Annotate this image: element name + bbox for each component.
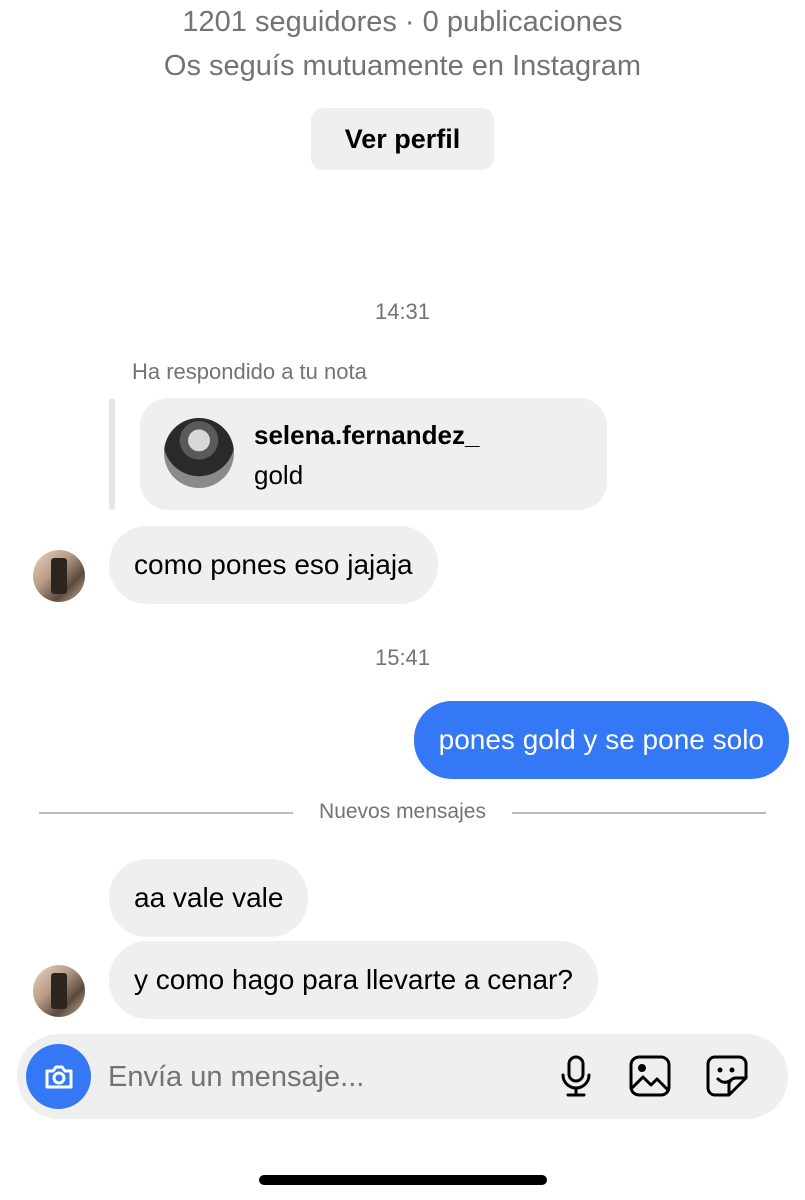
- divider-line: [512, 812, 766, 814]
- note-username: selena.fernandez_: [254, 420, 480, 450]
- gallery-icon: [629, 1055, 671, 1097]
- avatar[interactable]: [33, 550, 85, 602]
- note-avatar: [164, 418, 234, 488]
- note-text: gold: [254, 460, 304, 490]
- camera-icon: [45, 1065, 72, 1088]
- message-bubble-outgoing[interactable]: pones gold y se pone solo: [413, 701, 789, 779]
- microphone-icon: [561, 1055, 591, 1097]
- camera-button[interactable]: [26, 1044, 91, 1109]
- gallery-button[interactable]: [626, 1052, 674, 1100]
- microphone-button[interactable]: [552, 1052, 600, 1100]
- message-bubble-incoming[interactable]: como pones eso jajaja: [109, 526, 438, 604]
- sticker-button[interactable]: [703, 1052, 751, 1100]
- reply-context-label: Ha respondido a tu nota: [132, 359, 367, 384]
- avatar[interactable]: [33, 965, 85, 1017]
- home-indicator: [259, 1175, 547, 1185]
- sticker-icon: [706, 1055, 748, 1097]
- message-bubble-incoming[interactable]: y como hago para llevarte a cenar?: [109, 941, 598, 1019]
- message-input[interactable]: [108, 1056, 528, 1098]
- timestamp: 15:41: [374, 645, 431, 670]
- reply-quote-bar: [109, 398, 115, 510]
- timestamp: 14:31: [374, 299, 431, 324]
- mutual-follow-text: Os seguís mutuamente en Instagram: [163, 50, 642, 82]
- view-profile-button[interactable]: Ver perfil: [311, 108, 494, 170]
- message-bubble-incoming[interactable]: aa vale vale: [109, 859, 309, 937]
- profile-stats: 1201 seguidores · 0 publicaciones: [182, 6, 623, 38]
